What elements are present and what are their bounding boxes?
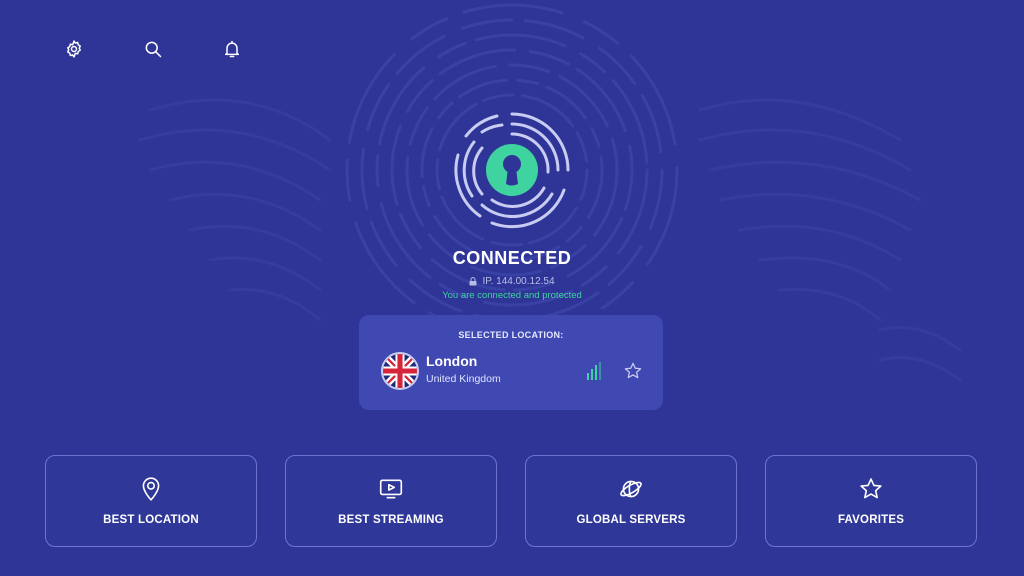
- ip-address-line: IP. 144.00.12.54: [0, 276, 1024, 287]
- best-location-tile[interactable]: BEST LOCATION: [45, 455, 257, 547]
- star-outline-icon: [860, 478, 882, 499]
- signal-bars-icon: [587, 362, 601, 380]
- tile-label: BEST LOCATION: [103, 514, 199, 526]
- protection-message: You are connected and protected: [442, 290, 582, 301]
- search-icon[interactable]: [140, 36, 166, 62]
- star-outline-icon[interactable]: [623, 361, 643, 381]
- connection-status-title: CONNECTED: [452, 248, 572, 268]
- location-pin-icon: [142, 477, 160, 501]
- gear-icon[interactable]: [61, 36, 87, 62]
- best-streaming-tile[interactable]: BEST STREAMING: [285, 455, 497, 547]
- ip-address-text: IP. 144.00.12.54: [482, 276, 555, 287]
- bell-icon[interactable]: [219, 36, 245, 62]
- favorites-tile[interactable]: FAVORITES: [765, 455, 977, 547]
- location-country: United Kingdom: [426, 373, 501, 385]
- tile-label: GLOBAL SERVERS: [576, 514, 686, 526]
- selected-location-heading: SELECTED LOCATION:: [458, 330, 564, 340]
- tile-label: BEST STREAMING: [338, 514, 444, 526]
- lock-icon: [469, 277, 477, 286]
- tile-label: FAVORITES: [837, 514, 905, 526]
- selected-location-card[interactable]: SELECTED LOCATION: London United Kingdom: [359, 315, 663, 410]
- location-city: London: [426, 353, 478, 369]
- tv-play-icon: [379, 479, 403, 499]
- global-servers-tile[interactable]: GLOBAL SERVERS: [525, 455, 737, 547]
- keyhole-connection-icon[interactable]: [452, 110, 572, 230]
- uk-flag-icon: [381, 352, 419, 390]
- globe-ring-icon: [620, 480, 642, 498]
